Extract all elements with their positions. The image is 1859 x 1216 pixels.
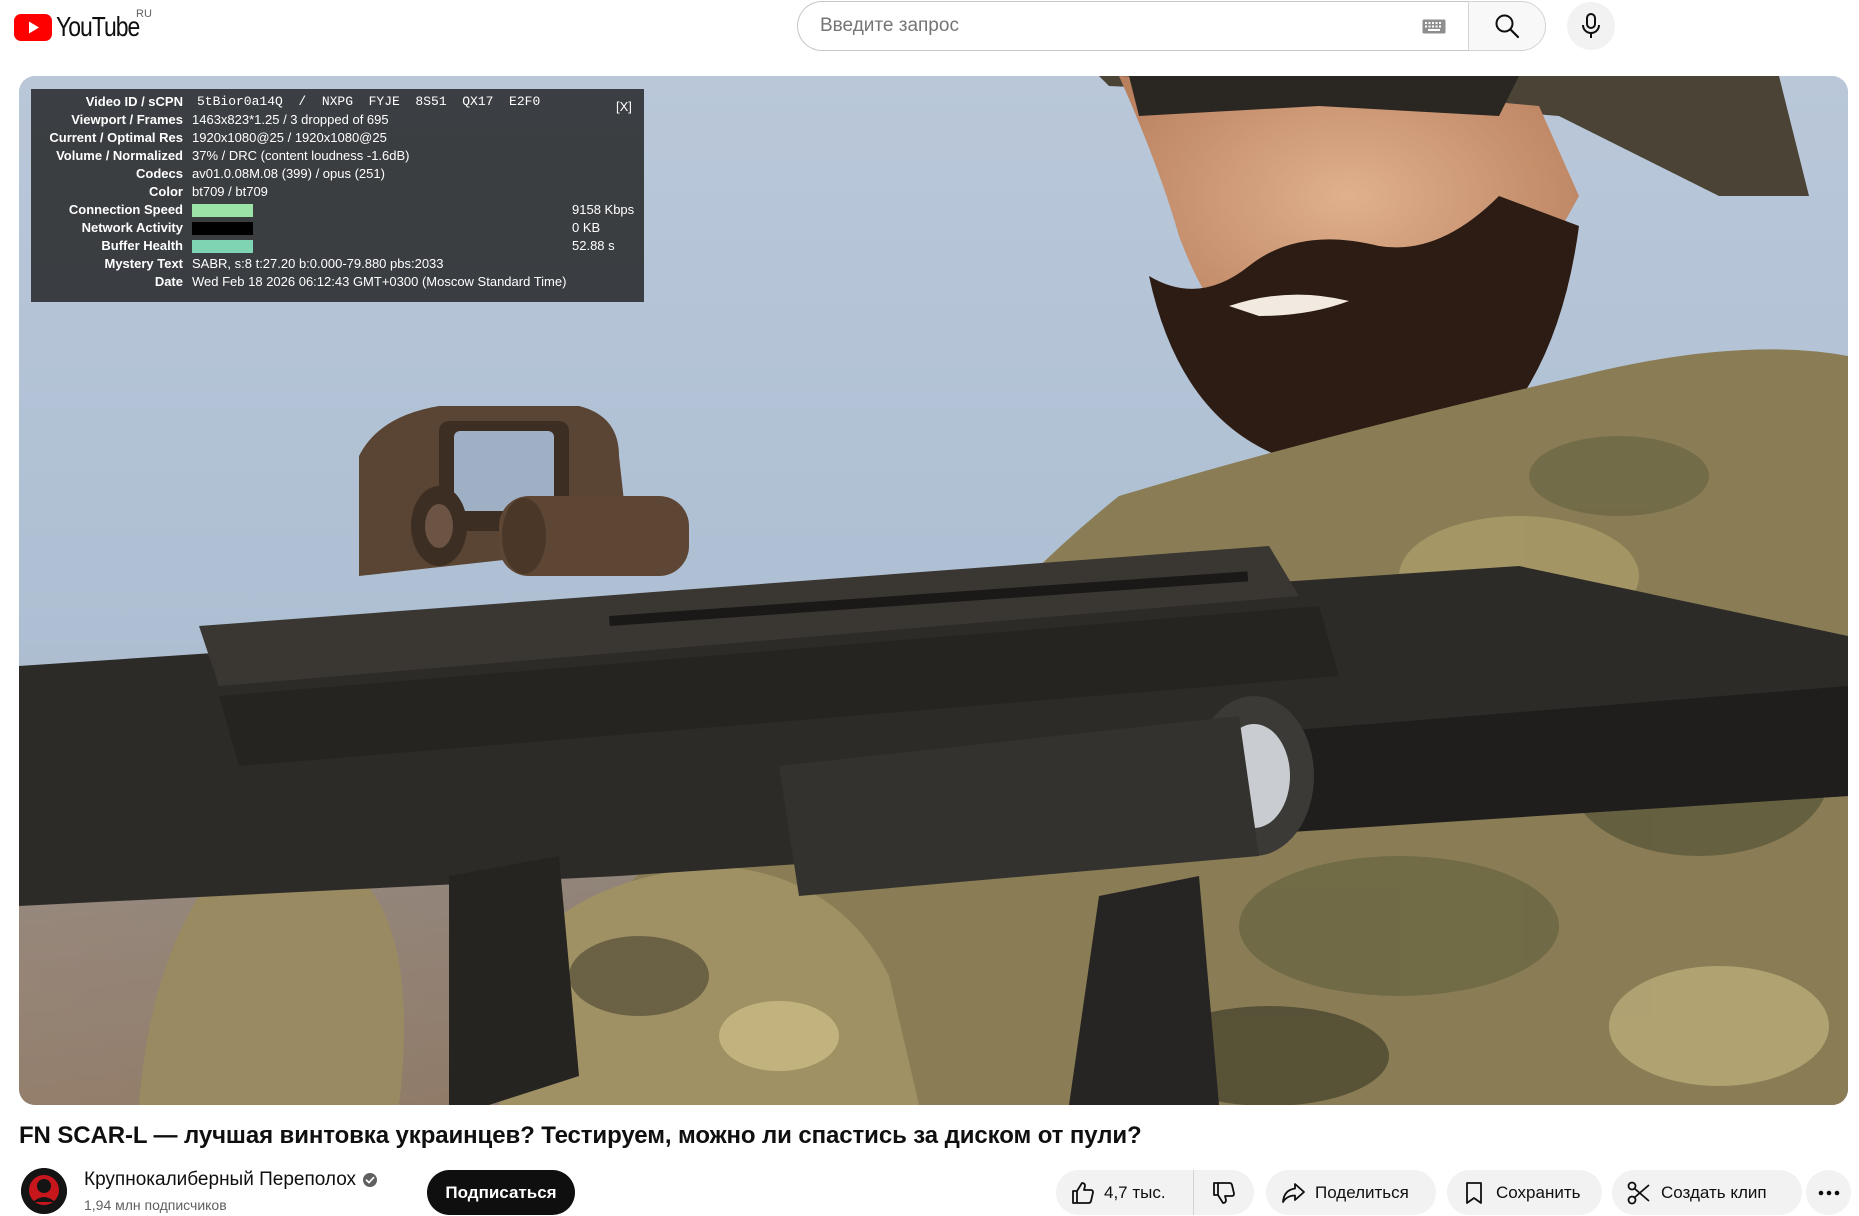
stats-value: av01.0.08M.08 (399) / opus (251) <box>192 166 385 181</box>
stats-label: Video ID / sCPN <box>85 94 183 109</box>
stats-label: Connection Speed <box>68 202 183 217</box>
search-icon <box>1495 14 1520 39</box>
voice-search-button[interactable] <box>1567 2 1615 50</box>
stats-row-resolution: Current / Optimal Res 1920x1080@25 / 192… <box>31 129 644 147</box>
stats-value: 0 KB <box>572 220 601 235</box>
stats-for-nerds-panel: [X] Video ID / sCPN 5tBior0a14Q / NXPG F… <box>31 89 644 302</box>
search-box[interactable] <box>797 1 1468 51</box>
stats-value: SABR, s:8 t:27.20 b:0.000-79.880 pbs:203… <box>192 256 444 271</box>
thumbs-up-icon <box>1072 1181 1094 1204</box>
stats-row-network-activity: Network Activity 0 KB <box>31 219 644 237</box>
subscribe-button[interactable]: Подписаться <box>427 1170 575 1215</box>
stats-row-mystery-text: Mystery Text SABR, s:8 t:27.20 b:0.000-7… <box>31 255 644 273</box>
search-input[interactable] <box>818 14 1398 38</box>
channel-name-row: Крупнокалиберный Переполох <box>84 1169 378 1191</box>
stats-value: 37% / DRC (content loudness -1.6dB) <box>192 148 410 163</box>
stats-row-volume: Volume / Normalized 37% / DRC (content l… <box>31 147 644 165</box>
stats-value: Wed Feb 18 2026 06:12:43 GMT+0300 (Mosco… <box>192 274 567 289</box>
masthead: YouTube RU <box>0 0 1859 76</box>
save-label: Сохранить <box>1496 1182 1581 1202</box>
share-arrow-icon <box>1282 1182 1305 1203</box>
stats-label: Current / Optimal Res <box>49 130 183 145</box>
youtube-play-icon <box>14 13 52 41</box>
stats-row-connection-speed: Connection Speed 9158 Kbps <box>31 201 644 219</box>
create-clip-button[interactable]: Создать клип <box>1612 1170 1802 1215</box>
stats-value: 1463x823*1.25 / 3 dropped of 695 <box>192 112 389 127</box>
stats-label: Volume / Normalized <box>56 148 183 163</box>
bookmark-icon <box>1466 1181 1482 1204</box>
dislike-button[interactable] <box>1194 1170 1254 1215</box>
stats-row-codecs: Codecs av01.0.08M.08 (399) / opus (251) <box>31 165 644 183</box>
channel-avatar-image <box>21 1168 67 1214</box>
like-count: 4,7 тыс. <box>1104 1182 1166 1202</box>
microphone-icon <box>1582 13 1600 38</box>
stats-value: bt709 / bt709 <box>192 184 268 199</box>
stats-label: Codecs <box>136 166 183 181</box>
verified-check-icon <box>363 1173 378 1187</box>
stats-label: Buffer Health <box>101 238 183 253</box>
keyboard-icon[interactable] <box>1422 19 1446 34</box>
stats-value: 52.88 s <box>572 238 615 253</box>
more-actions-button[interactable] <box>1806 1170 1851 1215</box>
connection-speed-graph <box>192 204 253 217</box>
stats-row-viewport: Viewport / Frames 1463x823*1.25 / 3 drop… <box>31 111 644 129</box>
stats-label: Network Activity <box>81 220 183 235</box>
subscriber-count: 1,94 млн подписчиков <box>84 1197 227 1213</box>
stats-row-buffer-health: Buffer Health 52.88 s <box>31 237 644 255</box>
thumbs-down-icon <box>1213 1181 1235 1204</box>
stats-value: 5tBior0a14Q / NXPG FYJE 8S51 QX17 E2F0 <box>197 94 541 109</box>
search-button[interactable] <box>1468 1 1546 51</box>
video-title: FN SCAR-L — лучшая винтовка украинцев? Т… <box>19 1122 1142 1149</box>
save-button[interactable]: Сохранить <box>1447 1170 1602 1215</box>
logo-wordmark: YouTube <box>56 11 140 42</box>
stats-label: Color <box>149 184 183 199</box>
stats-row-color: Color bt709 / bt709 <box>31 183 644 201</box>
stats-value: 9158 Kbps <box>572 202 635 217</box>
share-button[interactable]: Поделиться <box>1266 1170 1436 1215</box>
stats-label: Date <box>154 274 183 289</box>
like-dislike-segmented-button: 4,7 тыс. <box>1056 1170 1254 1215</box>
stats-label: Viewport / Frames <box>71 112 183 127</box>
channel-avatar[interactable] <box>21 1168 67 1214</box>
like-button[interactable]: 4,7 тыс. <box>1056 1170 1194 1215</box>
stats-value: 1920x1080@25 / 1920x1080@25 <box>192 130 387 145</box>
region-code: RU <box>136 8 152 20</box>
stats-label: Mystery Text <box>104 256 183 271</box>
video-player[interactable]: [X] Video ID / sCPN 5tBior0a14Q / NXPG F… <box>19 76 1848 1105</box>
clip-label: Создать клип <box>1661 1182 1767 1202</box>
more-dots-icon <box>1818 1190 1839 1195</box>
network-activity-graph <box>192 222 253 235</box>
scissors-icon <box>1627 1181 1650 1204</box>
buffer-health-graph <box>192 240 253 253</box>
channel-name[interactable]: Крупнокалиберный Переполох <box>84 1169 356 1191</box>
share-label: Поделиться <box>1315 1182 1409 1202</box>
stats-row-date: Date Wed Feb 18 2026 06:12:43 GMT+0300 (… <box>31 273 644 291</box>
stats-row-video-id: Video ID / sCPN 5tBior0a14Q / NXPG FYJE … <box>31 93 644 111</box>
